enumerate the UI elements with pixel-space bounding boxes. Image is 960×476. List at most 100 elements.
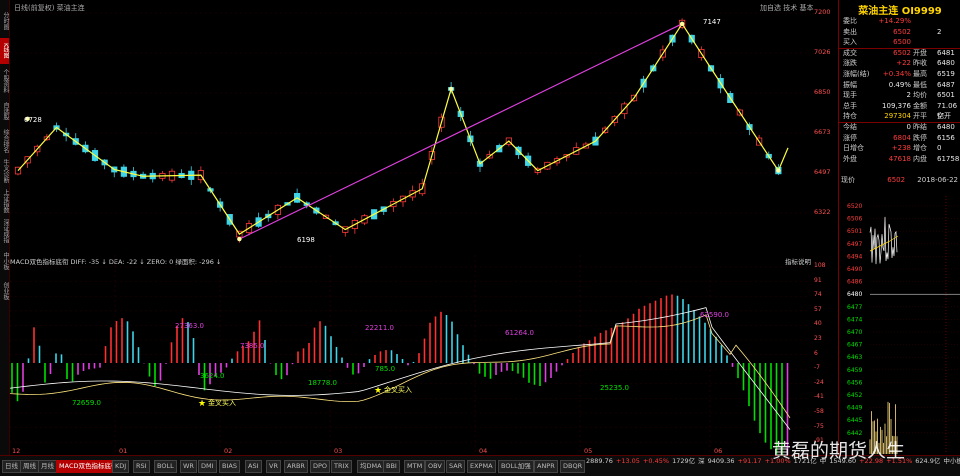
mini-price-label: 6506 (847, 216, 862, 223)
indicator-tab[interactable]: SAR (446, 460, 466, 473)
quote-label: 金额 (913, 101, 927, 110)
mini-price-label: 6459 (847, 367, 862, 374)
price-axis-label: 7026 (814, 48, 831, 56)
quote-value: 6480 (937, 123, 955, 131)
kline-chart[interactable] (10, 0, 810, 255)
high-marker: 7147 (703, 18, 721, 26)
left-toolbar-item[interactable]: 自选股 (0, 98, 9, 124)
indicator-tab[interactable]: RSI (133, 460, 150, 473)
month-label: 01 (119, 447, 127, 455)
macd-chart[interactable]: 27363.0 7385.0 3624.0 72659.0 22211.0 18778.0… (10, 255, 810, 455)
pivot-dot (448, 86, 454, 92)
quote-label: 现手 (843, 91, 857, 100)
status-item: 深 (698, 457, 705, 465)
quote-value: +14.29% (878, 17, 911, 25)
quote-label: 卖出 (843, 27, 857, 36)
quote-row: 外盘 47618 内盘 61758 (841, 154, 960, 165)
quote-label: 均价 (913, 91, 927, 100)
indicator-tab[interactable]: 日线 (2, 460, 21, 473)
quote-label: 今结 (843, 123, 857, 131)
left-toolbar-item[interactable]: 创业板 (0, 278, 9, 304)
month-label: 12 (12, 447, 20, 455)
left-toolbar-item[interactable]: 上证指数 (0, 188, 9, 214)
indicator-tab[interactable]: DPO (310, 460, 331, 473)
mini-price-label: 6467 (847, 342, 862, 349)
mini-price-line (869, 216, 898, 265)
quote-row: 涨停 6804 跌停 6156 (841, 133, 960, 144)
indicator-tab[interactable]: WR (180, 460, 197, 473)
quote-value: 0.49% (888, 80, 911, 89)
low-marker: 6198 (297, 236, 315, 244)
pivot-dot (776, 168, 781, 173)
quote-row: 卖出 6502 2 (841, 27, 960, 38)
macd-axis-label: 74 (814, 291, 822, 299)
quote-value: 6156 (937, 133, 955, 142)
indicator-tab[interactable]: EXPMA (467, 460, 496, 473)
intraday-mini-chart[interactable]: 6520 6506 6501 6497 6494 6490 6486 6480 6477 6474… (840, 196, 960, 454)
status-item: 中小板指 (943, 457, 960, 465)
tick-date: 2018-06-22 (917, 176, 958, 184)
quote-label: 昨结 (913, 123, 927, 131)
quote-row: 涨幅(结) +0.34% 最高 6519 (841, 69, 960, 80)
signal-label: 金叉买入 (384, 385, 412, 394)
indicator-tab[interactable]: ASI (245, 460, 262, 473)
indicator-tab[interactable]: KDJ (112, 460, 130, 473)
pivot-dot (679, 21, 685, 27)
indicator-tab[interactable]: DMI (198, 460, 217, 473)
mini-price-label: 6477 (847, 304, 862, 311)
indicator-tab[interactable]: MTM (404, 460, 426, 473)
macd-axis-label: -41 (814, 393, 824, 401)
left-toolbar-item[interactable]: 深证成指 (0, 218, 9, 244)
signal-star-icon: ★ (198, 399, 206, 409)
watermark: 黄磊的期货人生 (772, 440, 906, 462)
mini-price-label: 6470 (847, 329, 862, 336)
indicator-tab[interactable]: OBV (425, 460, 445, 473)
left-toolbar-item[interactable]: 中小板 (0, 248, 9, 274)
mini-price-label: 6490 (847, 266, 862, 273)
indicator-tab[interactable]: BBI (383, 460, 400, 473)
macd-axis-label: 40 (814, 320, 822, 328)
quote-value: 47618 (888, 154, 911, 163)
indicator-tab[interactable]: BIAS (219, 460, 240, 473)
indicator-tab[interactable]: BOLL加强 (498, 460, 534, 473)
macd-area-label: 22211.0 (365, 324, 394, 332)
macd-area-label: 61264.0 (505, 329, 534, 337)
indicator-tab[interactable]: DBQR (560, 460, 586, 473)
quote-label: 开盘 (913, 48, 927, 57)
quote-label: 成交 (843, 48, 857, 57)
price-axis: 7200 7026 6850 6673 6497 6322 (812, 0, 838, 255)
quote-value: 109,376 (882, 101, 911, 110)
quote-label: 涨幅(结) (843, 70, 870, 78)
quote-label: 涨停 (843, 133, 857, 142)
indicator-tab[interactable]: MACD双色指标底衔 (56, 460, 121, 473)
macd-axis-label: 91 (814, 276, 822, 284)
quote-value: 2 (906, 91, 911, 100)
indicator-tab[interactable]: 月线 (38, 460, 57, 473)
left-toolbar-item[interactable]: 个股资料 (0, 68, 9, 94)
indicator-tab[interactable]: 周线 (20, 460, 39, 473)
indicator-tab[interactable]: TRIX (331, 460, 352, 473)
indicator-tab[interactable]: BOLL (154, 460, 177, 473)
indicator-tab[interactable]: 均DMA (357, 460, 385, 473)
quote-value: 6502 (893, 48, 911, 57)
quote-row: 日增仓 +238 增仓 0 (841, 143, 960, 154)
left-toolbar-item[interactable]: 分时图 (0, 8, 9, 34)
quote-label: 最低 (913, 80, 927, 89)
quote-label: 涨跌 (843, 59, 857, 68)
macd-axis-label: -7 (814, 364, 820, 372)
quote-value: 6502 (893, 27, 911, 36)
mini-price-label: 6486 (847, 279, 862, 286)
indicator-tab[interactable]: VR (266, 460, 281, 473)
mini-price-label: 6480 (847, 291, 862, 298)
left-toolbar-item[interactable]: 综合排名 (0, 128, 9, 154)
mini-price-label: 6452 (847, 392, 862, 399)
tick-price: 6502 (887, 176, 906, 184)
quote-value: +238 (891, 144, 911, 153)
macd-area-label: 7385.0 (240, 342, 265, 350)
indicator-tab[interactable]: ARBR (284, 460, 308, 473)
quote-label: 开平 (913, 112, 927, 121)
indicator-tab[interactable]: ANPR (534, 460, 558, 473)
left-toolbar-item[interactable]: K线图 (0, 38, 9, 64)
left-toolbar-item[interactable]: 牛叉诊断 (0, 158, 9, 184)
macd-area-label: 72659.0 (72, 399, 101, 407)
